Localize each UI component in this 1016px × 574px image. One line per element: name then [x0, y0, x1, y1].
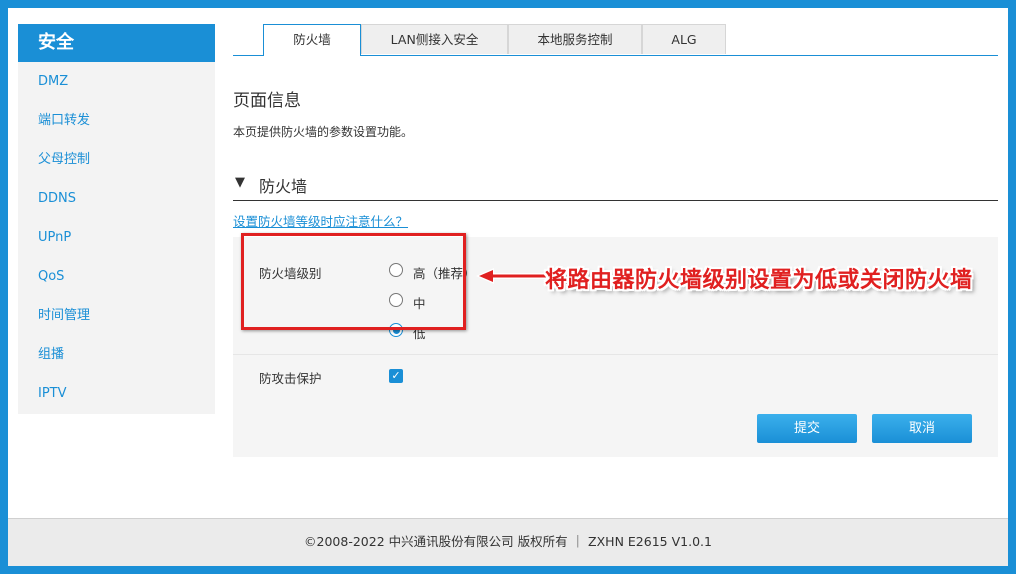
- panel-divider: [233, 354, 998, 355]
- section-title: 防火墙: [259, 177, 308, 196]
- sidebar-item-time-management[interactable]: 时间管理: [18, 296, 215, 335]
- sidebar-item-qos[interactable]: QoS: [18, 257, 215, 296]
- sidebar: 安全 DMZ 端口转发 父母控制 DDNS UPnP QoS 时间管理 组播 I…: [18, 24, 215, 414]
- sidebar-item-parental-control[interactable]: 父母控制: [18, 140, 215, 179]
- attack-protection-checkbox[interactable]: ✓: [389, 369, 403, 383]
- attack-protection-label: 防攻击保护: [259, 371, 322, 386]
- sidebar-item-iptv[interactable]: IPTV: [18, 374, 215, 413]
- annotation-text: 将路由器防火墙级别设置为低或关闭防火墙: [545, 268, 973, 293]
- firewall-section-header[interactable]: ▼ 防火墙: [233, 173, 998, 201]
- firewall-help-link[interactable]: 设置防火墙等级时应注意什么？: [233, 211, 408, 230]
- annotation-highlight-box: [241, 233, 466, 330]
- page-title: 页面信息: [233, 91, 301, 111]
- tab-lan-access-security[interactable]: LAN侧接入安全: [361, 24, 508, 54]
- sidebar-item-dmz[interactable]: DMZ: [18, 62, 215, 101]
- sidebar-title: 安全: [18, 24, 215, 62]
- tab-bar: 防火墙 LAN侧接入安全 本地服务控制 ALG: [233, 24, 998, 56]
- sidebar-item-ddns[interactable]: DDNS: [18, 179, 215, 218]
- cancel-button[interactable]: 取消: [872, 414, 972, 443]
- sidebar-item-multicast[interactable]: 组播: [18, 335, 215, 374]
- submit-button[interactable]: 提交: [757, 414, 857, 443]
- tab-firewall[interactable]: 防火墙: [263, 24, 361, 56]
- page-description: 本页提供防火墙的参数设置功能。: [233, 125, 414, 139]
- tab-local-service-control[interactable]: 本地服务控制: [508, 24, 642, 54]
- sidebar-item-upnp[interactable]: UPnP: [18, 218, 215, 257]
- sidebar-item-port-forwarding[interactable]: 端口转发: [18, 101, 215, 140]
- annotation-arrow-icon: [476, 268, 546, 284]
- footer-copyright: ©2008-2022 中兴通讯股份有限公司 版权所有 ｜ ZXHN E2615 …: [8, 518, 1008, 566]
- tab-alg[interactable]: ALG: [642, 24, 726, 54]
- collapse-triangle-icon[interactable]: ▼: [235, 175, 245, 190]
